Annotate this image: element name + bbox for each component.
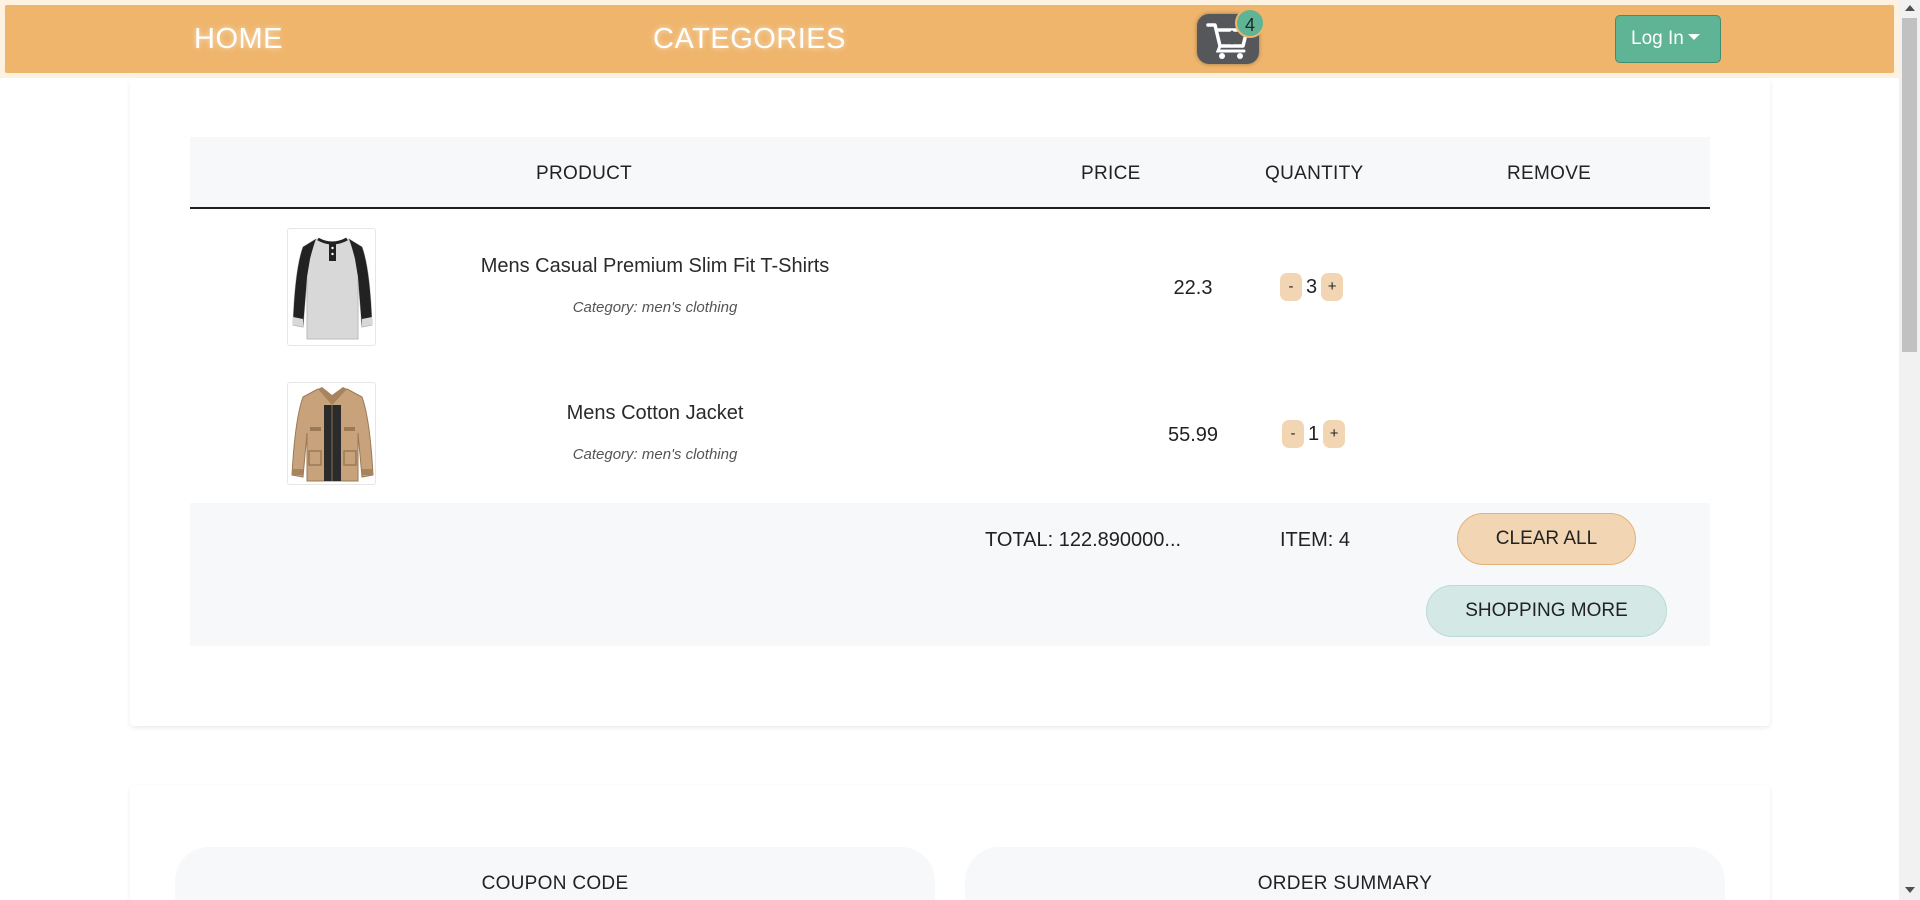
scrollbar-thumb[interactable] — [1902, 18, 1917, 352]
product-category: Category: men's clothing — [572, 446, 738, 463]
shopping-more-button[interactable]: SHOPPING MORE — [1426, 585, 1667, 637]
login-dropdown-button[interactable]: Log In — [1615, 15, 1721, 63]
increment-button[interactable]: + — [1321, 273, 1344, 301]
header-remove: REMOVE — [1507, 163, 1592, 184]
cart-item-count: ITEM: 4 — [1280, 529, 1351, 551]
header-product: PRODUCT — [536, 163, 633, 184]
coupon-panel: COUPON CODE — [175, 847, 935, 900]
cotton-jacket-icon — [291, 387, 374, 482]
nav-home-link[interactable]: HOME — [194, 23, 283, 56]
order-summary-title: ORDER SUMMARY — [1257, 873, 1433, 894]
cart-count-badge: 4 — [1235, 8, 1265, 38]
cart-table-footer: TOTAL: 122.890000... ITEM: 4 CLEAR ALL S… — [190, 503, 1710, 646]
cart-table-header: PRODUCT PRICE QUANTITY REMOVE — [190, 137, 1710, 209]
product-name: Mens Cotton Jacket — [566, 402, 744, 424]
decrement-button[interactable]: - — [1280, 273, 1302, 301]
product-price: 22.3 — [1173, 277, 1213, 299]
increment-button[interactable]: + — [1323, 420, 1346, 448]
product-name: Mens Casual Premium Slim Fit T-Shirts — [480, 255, 830, 277]
quantity-value: 3 — [1306, 275, 1318, 298]
quantity-stepper: - 1 + — [1282, 420, 1346, 448]
caret-down-icon — [1687, 33, 1700, 40]
nav-categories-link[interactable]: CATEGORIES — [653, 23, 846, 56]
product-image-jacket[interactable] — [287, 382, 376, 485]
quantity-stepper: - 3 + — [1280, 273, 1344, 301]
product-image-tshirt[interactable] — [287, 228, 376, 346]
navbar-bar: HOME CATEGORIES 4 Log In — [5, 5, 1894, 73]
raglan-tshirt-icon — [292, 237, 373, 340]
product-category: Category: men's clothing — [572, 299, 738, 316]
decrement-button[interactable]: - — [1282, 420, 1304, 448]
scroll-up-arrow-icon[interactable] — [1905, 5, 1915, 11]
table-row: Mens Cotton Jacket Category: men's cloth… — [190, 358, 1710, 503]
quantity-value: 1 — [1308, 422, 1320, 445]
login-label: Log In — [1631, 28, 1684, 49]
coupon-title: COUPON CODE — [481, 873, 629, 894]
page-scrollbar[interactable] — [1899, 0, 1920, 900]
product-price: 55.99 — [1167, 424, 1219, 446]
header-quantity: QUANTITY — [1265, 163, 1364, 184]
order-summary-panel: ORDER SUMMARY — [965, 847, 1725, 900]
navbar: HOME CATEGORIES 4 Log In — [0, 0, 1899, 78]
scroll-down-arrow-icon[interactable] — [1905, 887, 1915, 893]
cart-total: TOTAL: 122.890000... — [985, 529, 1182, 551]
table-row: Mens Casual Premium Slim Fit T-Shirts Ca… — [190, 211, 1710, 356]
clear-all-button[interactable]: CLEAR ALL — [1457, 513, 1636, 565]
header-price: PRICE — [1081, 163, 1141, 184]
